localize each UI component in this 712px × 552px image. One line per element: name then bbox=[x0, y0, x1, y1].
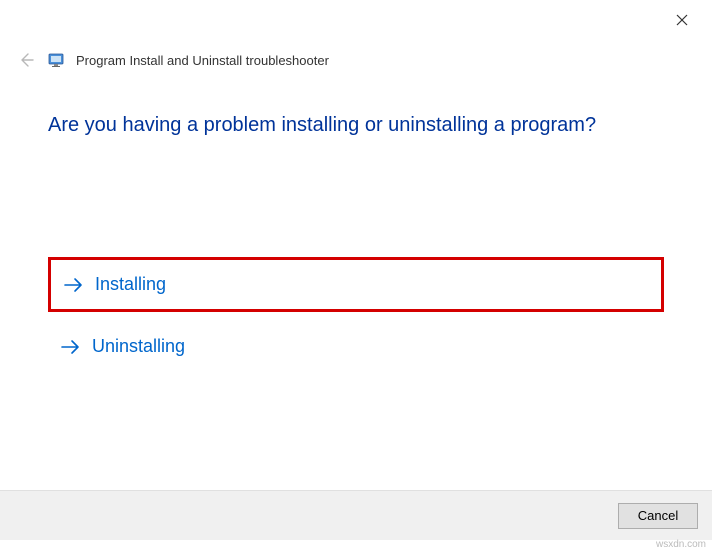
close-icon bbox=[676, 14, 688, 26]
back-arrow-icon bbox=[18, 52, 34, 68]
titlebar bbox=[0, 0, 712, 38]
option-installing[interactable]: Installing bbox=[48, 257, 664, 312]
window-title: Program Install and Uninstall troublesho… bbox=[76, 53, 329, 68]
arrow-right-icon bbox=[63, 275, 83, 295]
arrow-right-icon bbox=[60, 337, 80, 357]
footer: Cancel bbox=[0, 490, 712, 540]
content-area: Are you having a problem installing or u… bbox=[0, 78, 712, 371]
back-button[interactable] bbox=[16, 50, 36, 70]
question-heading: Are you having a problem installing or u… bbox=[48, 114, 664, 137]
option-uninstalling-label: Uninstalling bbox=[92, 336, 185, 357]
cancel-button[interactable]: Cancel bbox=[618, 503, 698, 529]
header: Program Install and Uninstall troublesho… bbox=[0, 38, 712, 78]
option-uninstalling[interactable]: Uninstalling bbox=[48, 322, 664, 371]
watermark: wsxdn.com bbox=[656, 539, 706, 550]
troubleshooter-icon bbox=[48, 52, 64, 68]
close-button[interactable] bbox=[666, 8, 698, 32]
option-installing-label: Installing bbox=[95, 274, 166, 295]
